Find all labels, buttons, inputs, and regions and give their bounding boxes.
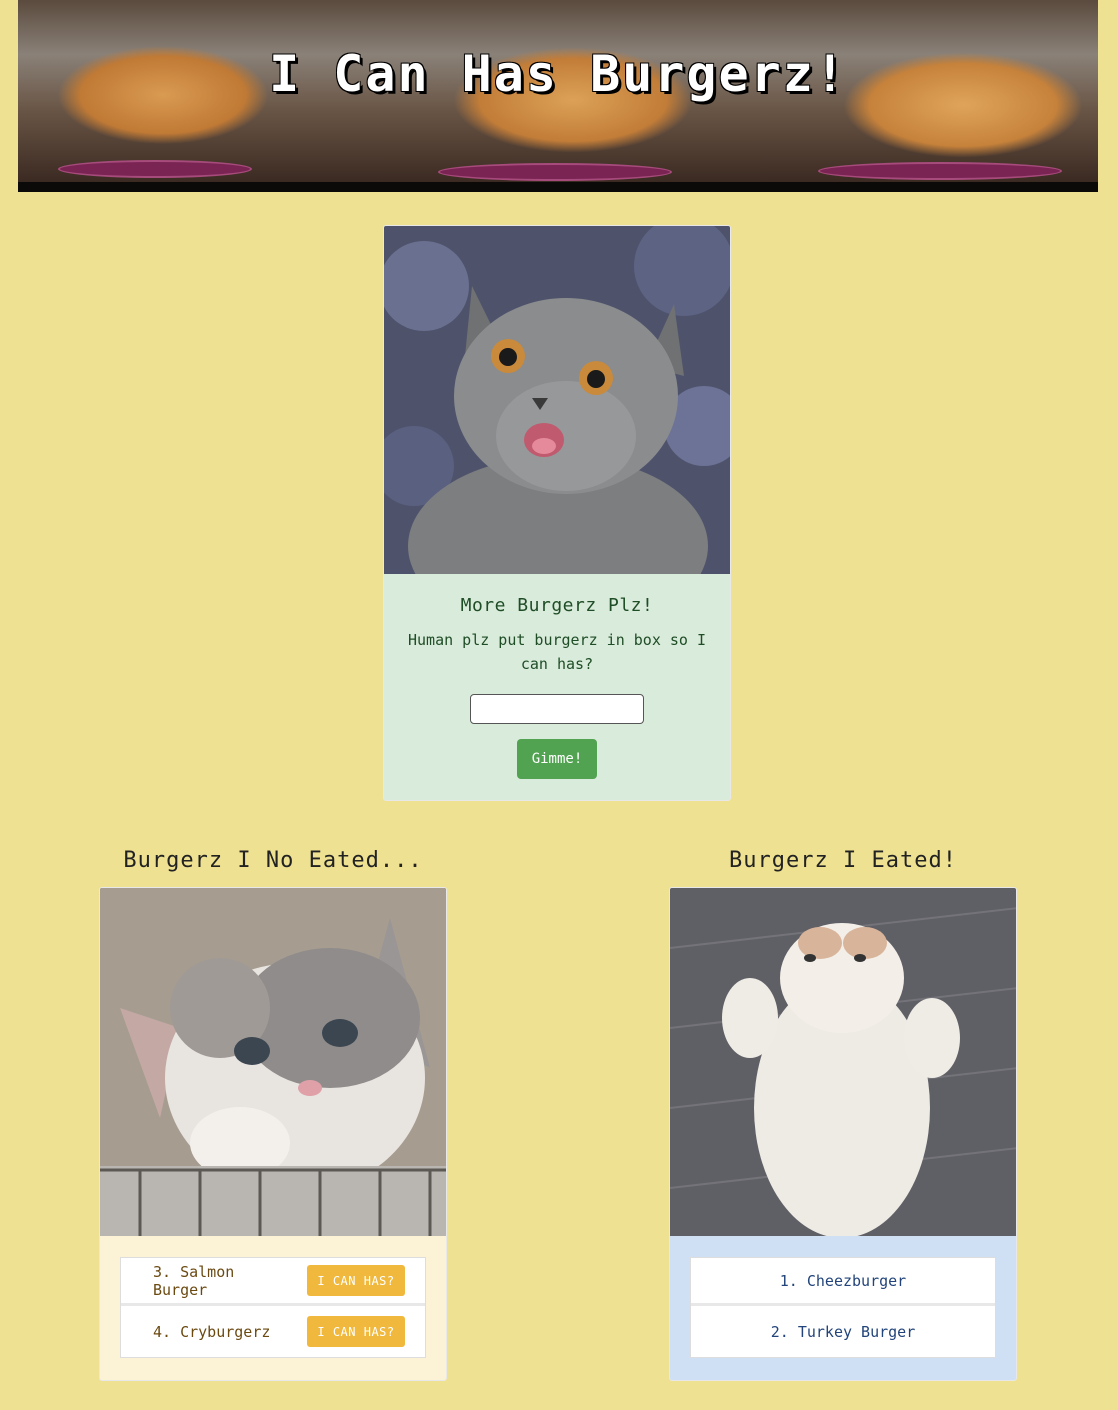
eaten-heading: Burgerz I Eated!: [729, 848, 957, 873]
uneaten-heading: Burgerz I No Eated...: [123, 848, 423, 873]
header-banner: I Can Has Burgerz!: [18, 0, 1098, 192]
list-item: 4. Cryburgerz I CAN HAS?: [121, 1306, 425, 1357]
new-burger-form: More Burgerz Plz! Human plz put burgerz …: [384, 595, 730, 779]
uneaten-burger-list: 3. Salmon Burger I CAN HAS? 4. Cryburger…: [120, 1257, 426, 1358]
i-can-has-button[interactable]: I CAN HAS?: [307, 1265, 405, 1296]
sad-kitten-image: [100, 888, 446, 1236]
eaten-burgers-card: 1. Cheezburger 2. Turkey Burger: [669, 887, 1017, 1381]
i-can-has-button[interactable]: I CAN HAS?: [307, 1316, 405, 1347]
fluffy-cat-image: [670, 888, 1016, 1236]
uneaten-burgers-card: 3. Salmon Burger I CAN HAS? 4. Cryburger…: [99, 887, 447, 1381]
page-title: I Can Has Burgerz!: [269, 45, 847, 103]
happy-cat-image: [384, 226, 730, 574]
burger-name-input[interactable]: [470, 694, 644, 724]
form-heading: More Burgerz Plz!: [460, 595, 654, 616]
list-item: 1. Cheezburger: [691, 1258, 995, 1306]
list-item: 3. Salmon Burger I CAN HAS?: [121, 1258, 425, 1306]
new-burger-card: More Burgerz Plz! Human plz put burgerz …: [383, 225, 731, 801]
list-item: 2. Turkey Burger: [691, 1306, 995, 1357]
burger-label: 3. Salmon Burger: [153, 1262, 235, 1299]
burger-label: 4. Cryburgerz: [153, 1322, 271, 1341]
form-instructions: Human plz put burgerz in box so I can ha…: [407, 631, 706, 673]
burger-label: 1. Cheezburger: [779, 1271, 907, 1290]
burger-label: 2. Turkey Burger: [770, 1322, 916, 1341]
gimme-button[interactable]: Gimme!: [517, 739, 597, 779]
eaten-burger-list: 1. Cheezburger 2. Turkey Burger: [690, 1257, 996, 1358]
